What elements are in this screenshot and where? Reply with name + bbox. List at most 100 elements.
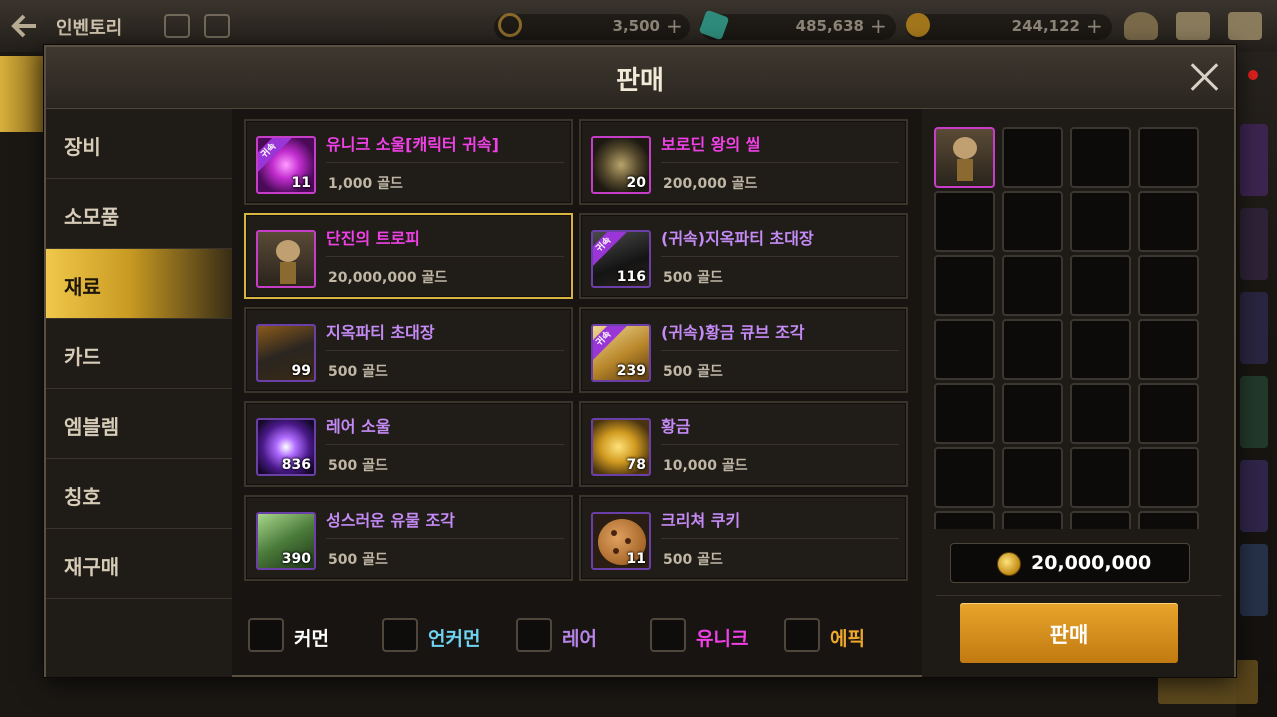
sell-slot-empty[interactable] <box>1138 127 1199 188</box>
sidebar-item-consumables[interactable]: 소모품 <box>46 179 232 249</box>
divider <box>326 538 564 539</box>
sidebar-item-cards[interactable]: 카드 <box>46 319 232 389</box>
hell-invitation-icon: 99 <box>256 324 316 382</box>
sidebar-item-equipment[interactable]: 장비 <box>46 109 232 179</box>
item-card[interactable]: 귀속 116 (귀속)지옥파티 초대장 500 골드 <box>579 213 908 299</box>
item-card[interactable]: 836 레어 소울 500 골드 <box>244 401 573 487</box>
sell-slot-empty[interactable] <box>934 383 995 444</box>
currency-3-plus-icon[interactable]: + <box>1086 14 1103 38</box>
gold-nugget-icon: 78 <box>591 418 651 476</box>
sell-slot-empty[interactable] <box>1070 191 1131 252</box>
bg-item <box>1240 544 1268 616</box>
sidebar-item-materials[interactable]: 재료 <box>46 249 232 319</box>
item-name: 레어 소울 <box>326 417 391 436</box>
sidebar-item-label: 칭호 <box>64 485 101 509</box>
item-card[interactable]: 11 크리쳐 쿠키 500 골드 <box>579 495 908 581</box>
bg-item <box>1240 376 1268 448</box>
item-name: 크리쳐 쿠키 <box>661 511 741 530</box>
sell-slot-empty[interactable] <box>934 255 995 316</box>
sell-slot-empty[interactable] <box>934 319 995 380</box>
item-quantity: 239 <box>616 363 646 379</box>
mail-icon[interactable] <box>1176 12 1210 40</box>
sell-total-value: 20,000,000 <box>1031 552 1152 574</box>
sidebar-item-emblems[interactable]: 엠블렘 <box>46 389 232 459</box>
divider <box>661 444 899 445</box>
sidebar-item-titles[interactable]: 칭호 <box>46 459 232 529</box>
sell-slot-empty[interactable] <box>1002 383 1063 444</box>
sell-slot-empty[interactable] <box>1138 383 1199 444</box>
sell-slot-empty[interactable] <box>1138 511 1199 529</box>
sidebar-item-label: 소모품 <box>64 205 120 229</box>
item-price: 500 골드 <box>663 364 723 380</box>
bound-badge: 귀속 <box>258 138 292 174</box>
sell-slot-empty[interactable] <box>1138 255 1199 316</box>
sidebar-item-label: 장비 <box>64 135 101 159</box>
item-card[interactable]: 귀속 239 (귀속)황금 큐브 조각 500 골드 <box>579 307 908 393</box>
sort-icon[interactable] <box>204 14 230 38</box>
gem-toggle-icon[interactable] <box>164 14 190 38</box>
item-card[interactable]: 78 황금 10,000 골드 <box>579 401 908 487</box>
sell-slot-empty[interactable] <box>1138 447 1199 508</box>
sell-slot-empty[interactable] <box>1002 255 1063 316</box>
sell-slot-empty[interactable] <box>1138 191 1199 252</box>
sell-slot-empty[interactable] <box>934 511 995 529</box>
item-name: (귀속)황금 큐브 조각 <box>661 323 805 342</box>
item-quantity: 390 <box>281 551 311 567</box>
divider <box>661 162 899 163</box>
filter-label: 레어 <box>562 628 597 650</box>
item-card[interactable]: 390 성스러운 유물 조각 500 골드 <box>244 495 573 581</box>
item-card[interactable]: 20 보로딘 왕의 씰 200,000 골드 <box>579 119 908 205</box>
sell-slot-empty[interactable] <box>1070 127 1131 188</box>
divider <box>326 256 564 257</box>
inventory-title: 인벤토리 <box>56 18 123 39</box>
background-left-panel <box>0 52 46 717</box>
sidebar-item-rebuy[interactable]: 재구매 <box>46 529 232 599</box>
sell-slot-empty[interactable] <box>1070 319 1131 380</box>
sell-slot-empty[interactable] <box>1002 191 1063 252</box>
sell-button[interactable]: 판매 <box>960 603 1178 663</box>
sell-slot-empty[interactable] <box>1070 255 1131 316</box>
sell-slot-empty[interactable] <box>1002 511 1063 529</box>
close-button[interactable] <box>1186 59 1222 95</box>
sell-slot-empty[interactable] <box>1070 447 1131 508</box>
filter-label: 언커먼 <box>428 628 481 650</box>
item-name: 보로딘 왕의 씰 <box>661 135 761 154</box>
filter-label: 에픽 <box>830 628 865 650</box>
rarity-filters: 커먼 언커먼 레어 유니크 에픽 <box>242 607 942 657</box>
sell-slot-grid <box>932 125 1202 529</box>
item-name: 황금 <box>661 417 691 436</box>
checkbox-box[interactable] <box>248 618 284 652</box>
currency-2-plus-icon[interactable]: + <box>870 14 887 38</box>
sell-slot-empty[interactable] <box>1070 383 1131 444</box>
currency-1-plus-icon[interactable]: + <box>666 14 683 38</box>
sell-button-label: 판매 <box>1049 623 1089 647</box>
sell-slot-trophy[interactable] <box>934 127 995 188</box>
sell-slot-empty[interactable] <box>934 447 995 508</box>
bg-item <box>1240 124 1268 196</box>
item-card[interactable]: 99 지옥파티 초대장 500 골드 <box>244 307 573 393</box>
sell-dialog: 판매 장비 소모품 재료 카드 엠블렘 칭호 재구매 귀속 11 유니크 소울[… <box>44 45 1236 677</box>
lamp-icon[interactable] <box>1124 12 1158 40</box>
sell-slot-empty[interactable] <box>934 191 995 252</box>
item-price: 500 골드 <box>328 364 388 380</box>
sell-slot-empty[interactable] <box>1070 511 1131 529</box>
bg-item <box>1240 292 1268 364</box>
checkbox-box[interactable] <box>650 618 686 652</box>
item-quantity: 78 <box>626 457 646 473</box>
sell-slot-empty[interactable] <box>1002 319 1063 380</box>
item-name: 단진의 트로피 <box>326 229 420 248</box>
checkbox-box[interactable] <box>516 618 552 652</box>
divider <box>661 350 899 351</box>
checkbox-box[interactable] <box>382 618 418 652</box>
dialog-header: 판매 <box>46 47 1234 109</box>
item-card-selected[interactable]: 단진의 트로피 20,000,000 골드 <box>244 213 573 299</box>
sell-slot-empty[interactable] <box>1138 319 1199 380</box>
checkbox-box[interactable] <box>784 618 820 652</box>
moon-coin-icon <box>498 13 522 37</box>
chat-icon[interactable] <box>1228 12 1262 40</box>
item-card[interactable]: 귀속 11 유니크 소울[캐릭터 귀속] 1,000 골드 <box>244 119 573 205</box>
divider <box>936 595 1222 596</box>
sell-slot-empty[interactable] <box>1002 127 1063 188</box>
sell-slot-empty[interactable] <box>1002 447 1063 508</box>
back-arrow-icon[interactable] <box>10 12 40 40</box>
